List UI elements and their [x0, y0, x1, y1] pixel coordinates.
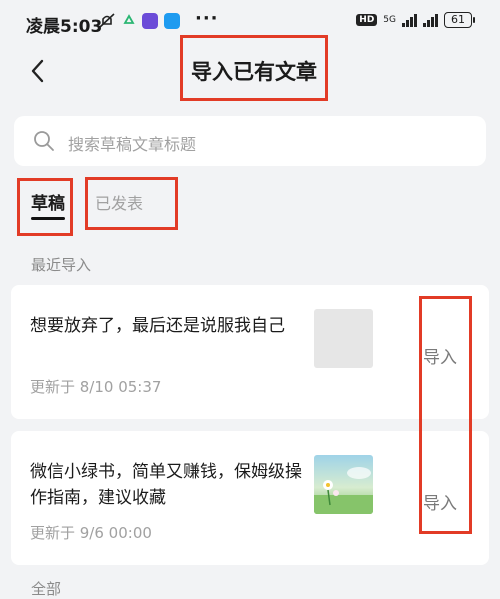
- section-all-peek: 全部: [31, 580, 62, 598]
- status-notification-icons: [98, 12, 180, 30]
- article-card[interactable]: 微信小绿书，简单又赚钱，保姆级操作指南，建议收藏 更新于 9/6 00:00 导…: [11, 431, 489, 565]
- search-icon: [34, 131, 54, 151]
- status-system-icons: HD 5G 61: [356, 12, 475, 28]
- search-bar[interactable]: 搜索草稿文章标题: [14, 116, 486, 166]
- article-thumbnail-placeholder: [314, 309, 373, 368]
- article-card[interactable]: 想要放弃了，最后还是说服我自己 更新于 8/10 05:37 导入: [11, 285, 489, 419]
- signal-icon: [402, 13, 417, 27]
- upload-app-icon: [164, 13, 180, 29]
- network-type: 5G: [383, 14, 396, 25]
- section-recent-imports: 最近导入: [31, 256, 92, 274]
- article-updated-time: 更新于 8/10 05:37: [30, 378, 162, 396]
- battery-icon: 61: [444, 12, 475, 28]
- hd-badge: HD: [356, 14, 378, 26]
- active-tab-indicator: [31, 217, 65, 220]
- more-notifications-icon: ···: [195, 8, 219, 29]
- status-time: 凌晨5:03: [26, 17, 103, 37]
- mute-icon: [99, 13, 115, 28]
- recycle-icon: [123, 14, 135, 24]
- import-buttons-highlight-box: [419, 296, 472, 534]
- tab-published[interactable]: 已发表: [95, 190, 143, 214]
- tab-drafts[interactable]: 草稿: [31, 189, 65, 214]
- article-title: 微信小绿书，简单又赚钱，保姆级操作指南，建议收藏: [30, 462, 302, 508]
- article-title: 想要放弃了，最后还是说服我自己: [30, 316, 285, 336]
- search-placeholder[interactable]: 搜索草稿文章标题: [68, 131, 196, 155]
- signal-icon-2: [423, 13, 438, 27]
- canva-icon: [142, 13, 158, 29]
- page-title: 导入已有文章: [191, 60, 317, 84]
- article-thumbnail-image: [314, 455, 373, 514]
- back-arrow-icon[interactable]: [24, 56, 54, 86]
- article-updated-time: 更新于 9/6 00:00: [30, 524, 152, 542]
